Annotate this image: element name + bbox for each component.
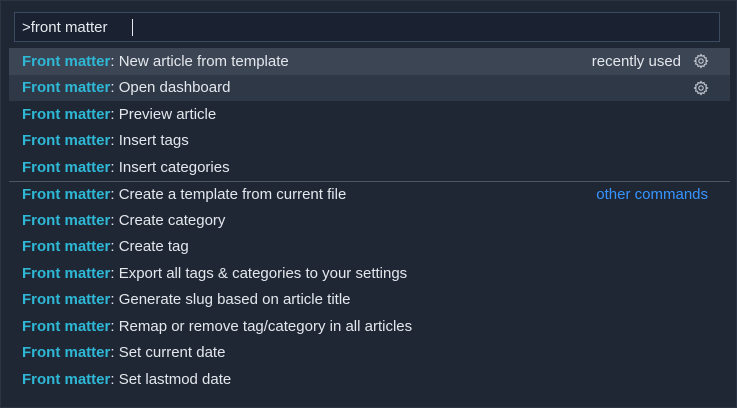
command-label: Insert tags xyxy=(118,132,189,150)
command-item-create-template[interactable]: Front matter: Create a template from cur… xyxy=(9,180,730,208)
command-item-set-current-date[interactable]: Front matter: Set current date xyxy=(9,340,730,367)
command-separator: : xyxy=(110,132,115,150)
command-separator: : xyxy=(110,317,115,335)
command-separator: : xyxy=(110,158,115,176)
command-separator: : xyxy=(110,370,115,388)
command-label: Generate slug based on article title xyxy=(118,291,351,309)
command-label: Insert categories xyxy=(118,158,230,176)
command-separator: : xyxy=(110,211,115,229)
gear-icon[interactable] xyxy=(693,53,709,69)
command-separator: : xyxy=(110,185,115,203)
command-separator: : xyxy=(110,344,115,362)
command-item-export-tags[interactable]: Front matter: Export all tags & categori… xyxy=(9,260,730,287)
command-item-insert-tags[interactable]: Front matter: Insert tags xyxy=(9,128,730,155)
gear-icon[interactable] xyxy=(693,80,709,96)
command-prefix: Front matter xyxy=(22,211,111,229)
command-item-new-article[interactable]: Front matter: New article from template … xyxy=(9,48,730,75)
command-item-create-category[interactable]: Front matter: Create category xyxy=(9,207,730,234)
command-separator: : xyxy=(110,52,115,70)
command-separator: : xyxy=(110,79,115,97)
command-prefix: Front matter xyxy=(22,185,111,203)
command-separator: : xyxy=(110,105,115,123)
command-label: Set current date xyxy=(118,344,226,362)
command-item-create-tag[interactable]: Front matter: Create tag xyxy=(9,234,730,261)
command-prefix: Front matter xyxy=(22,158,111,176)
command-label: Create a template from current file xyxy=(118,185,347,203)
command-label: Open dashboard xyxy=(118,79,231,97)
command-label: Export all tags & categories to your set… xyxy=(118,264,408,282)
command-input[interactable] xyxy=(15,13,719,41)
command-label: Create tag xyxy=(118,238,189,256)
command-palette: Front matter: New article from template … xyxy=(0,0,737,408)
command-list: Front matter: New article from template … xyxy=(9,48,730,393)
command-separator: : xyxy=(110,238,115,256)
command-item-set-lastmod-date[interactable]: Front matter: Set lastmod date xyxy=(9,366,730,393)
command-item-remap-tag[interactable]: Front matter: Remap or remove tag/catego… xyxy=(9,313,730,340)
command-label: Remap or remove tag/category in all arti… xyxy=(118,317,413,335)
command-label: Create category xyxy=(118,211,226,229)
command-prefix: Front matter xyxy=(22,238,111,256)
command-prefix: Front matter xyxy=(22,52,111,70)
text-caret xyxy=(132,19,133,36)
command-prefix: Front matter xyxy=(22,317,111,335)
command-prefix: Front matter xyxy=(22,105,111,123)
command-item-insert-categories[interactable]: Front matter: Insert categories xyxy=(9,154,730,181)
other-commands-label: other commands xyxy=(596,185,708,203)
command-prefix: Front matter xyxy=(22,370,111,388)
command-label: New article from template xyxy=(118,52,289,70)
command-prefix: Front matter xyxy=(22,344,111,362)
recently-used-label: recently used xyxy=(591,52,681,70)
command-prefix: Front matter xyxy=(22,264,111,282)
command-label: Set lastmod date xyxy=(118,370,232,388)
command-item-open-dashboard[interactable]: Front matter: Open dashboard xyxy=(9,74,730,101)
command-prefix: Front matter xyxy=(22,79,111,97)
command-item-generate-slug[interactable]: Front matter: Generate slug based on art… xyxy=(9,287,730,314)
command-prefix: Front matter xyxy=(22,132,111,150)
command-label: Preview article xyxy=(118,105,217,123)
command-input-box[interactable] xyxy=(14,12,720,42)
command-item-preview-article[interactable]: Front matter: Preview article xyxy=(9,101,730,128)
command-separator: : xyxy=(110,291,115,309)
command-separator: : xyxy=(110,264,115,282)
command-prefix: Front matter xyxy=(22,291,111,309)
